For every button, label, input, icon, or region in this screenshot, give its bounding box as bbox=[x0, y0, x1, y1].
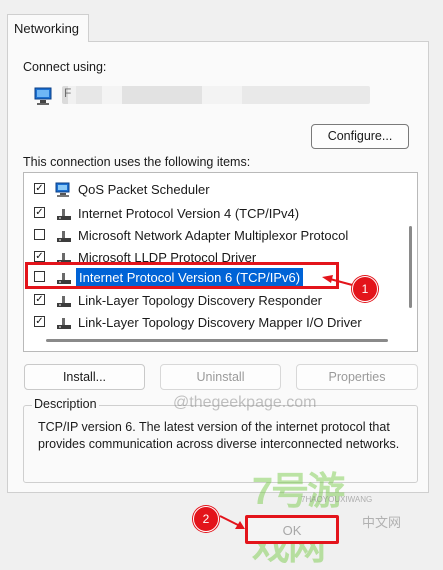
list-item-label: QoS Packet Scheduler bbox=[78, 182, 210, 197]
protocol-icon bbox=[57, 209, 71, 220]
install-button[interactable]: Install... bbox=[24, 364, 145, 390]
ipv6-highlight-box bbox=[25, 262, 339, 289]
connect-using-label: Connect using: bbox=[23, 60, 107, 74]
checkbox[interactable]: ✓ bbox=[34, 294, 45, 305]
items-list-label: This connection uses the following items… bbox=[23, 155, 251, 169]
cn-site-watermark: 中文网 bbox=[362, 515, 402, 530]
checkbox[interactable]: ✓ bbox=[34, 316, 45, 327]
list-item-qos[interactable]: ✓ QoS Packet Scheduler bbox=[33, 179, 403, 200]
description-text: TCP/IP version 6. The latest version of … bbox=[38, 420, 400, 451]
checkbox[interactable]: ✓ bbox=[34, 183, 45, 194]
adapter-name-redacted: F bbox=[62, 86, 370, 104]
list-item-label: Microsoft Network Adapter Multiplexor Pr… bbox=[78, 228, 349, 243]
protocol-icon bbox=[57, 296, 71, 307]
configure-button[interactable]: Configure... bbox=[311, 124, 409, 149]
list-item-ipv4[interactable]: ✓ Internet Protocol Version 4 (TCP/IPv4) bbox=[33, 203, 403, 224]
properties-button[interactable]: Properties bbox=[296, 364, 418, 390]
step-2-badge: 2 bbox=[193, 506, 219, 532]
list-item-label: Link-Layer Topology Discovery Mapper I/O… bbox=[78, 315, 362, 330]
protocol-icon bbox=[57, 231, 71, 242]
vertical-scrollbar[interactable] bbox=[409, 226, 412, 308]
site-watermark: @thegeekpage.com bbox=[173, 394, 317, 411]
logo-watermark: 7号游戏网 bbox=[252, 471, 345, 568]
list-item-multiplexor[interactable]: Microsoft Network Adapter Multiplexor Pr… bbox=[33, 225, 403, 246]
horizontal-scrollbar[interactable] bbox=[46, 339, 388, 342]
checkbox[interactable]: ✓ bbox=[34, 207, 45, 218]
uninstall-button[interactable]: Uninstall bbox=[160, 364, 281, 390]
list-item-label: Internet Protocol Version 4 (TCP/IPv4) bbox=[78, 206, 300, 221]
ok-button[interactable]: OK bbox=[245, 515, 339, 544]
protocol-icon bbox=[57, 318, 71, 329]
adapter-name-visible-text: F bbox=[64, 86, 72, 100]
list-item-label: Link-Layer Topology Discovery Responder bbox=[78, 293, 322, 308]
logo-watermark-subtext: 7HAOYOUXIWANG bbox=[301, 495, 373, 504]
checkbox[interactable]: ✓ bbox=[34, 251, 45, 262]
list-item-lltd-responder[interactable]: ✓ Link-Layer Topology Discovery Responde… bbox=[33, 290, 403, 311]
description-title: Description bbox=[32, 397, 99, 411]
annotation-arrow-icon bbox=[219, 515, 245, 529]
qos-scheduler-icon bbox=[55, 182, 70, 197]
network-adapter-icon bbox=[34, 87, 52, 105]
checkbox[interactable] bbox=[34, 229, 45, 240]
step-1-badge: 1 bbox=[352, 276, 378, 302]
tab-networking[interactable]: Networking bbox=[7, 14, 89, 42]
list-item-lltd-mapper[interactable]: ✓ Link-Layer Topology Discovery Mapper I… bbox=[33, 312, 403, 333]
